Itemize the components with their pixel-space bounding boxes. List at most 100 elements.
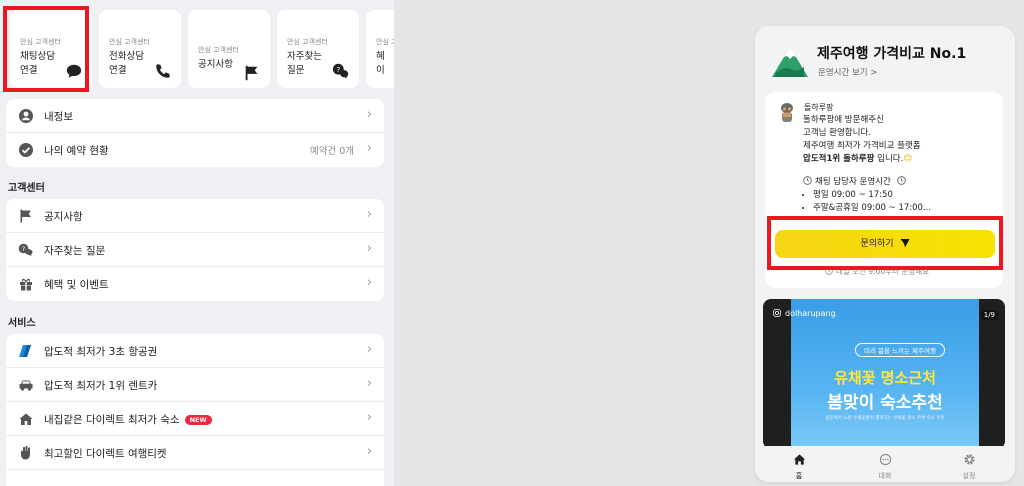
- hours-link[interactable]: 운영시간 보기 >: [818, 66, 877, 78]
- welcome-text: 돌하루팡에 방문해주신 고객님 환영합니다. 제주여행 최저가 가격비교 플랫폼…: [803, 114, 921, 166]
- post-headline: 유채꽃 명소근처: [834, 369, 936, 387]
- instagram-icon: [773, 309, 781, 317]
- app-panel: 안심 고객센터 채팅상담 연결 안심 고객센터 전화상담 연결 안심 고객센터 …: [0, 0, 394, 486]
- menu-item-notice[interactable]: 공지사항 ›: [6, 199, 384, 233]
- menu-item-benefits[interactable]: 혜택 및 이벤트 ›: [6, 267, 384, 301]
- section-title-support: 고객센터: [8, 183, 45, 194]
- notice-text: 내일 오전 9:00부터 운영해요: [836, 267, 929, 276]
- post-username-text: dolharupang: [785, 309, 836, 318]
- menu-label: 내정보: [44, 111, 73, 123]
- menu-item-stay[interactable]: 내집같은 다이렉트 최저가 숙소 NEW ›: [6, 402, 384, 436]
- inquiry-label: 문의하기: [860, 239, 894, 249]
- post-username: dolharupang: [773, 309, 836, 318]
- chevron-right-icon: ›: [366, 376, 372, 391]
- widget-title: 제주여행 가격비교 No.1: [817, 46, 967, 62]
- welcome-tail: 입니다.: [874, 154, 904, 164]
- welcome-line: 제주여행 최저가 가격비교 플랫폼: [803, 141, 921, 151]
- menu-item-rentcar[interactable]: 압도적 최저가 1위 렌트카 ›: [6, 368, 384, 402]
- smile-emoji: 😊: [903, 154, 913, 164]
- card-title: 공지사항: [198, 59, 233, 70]
- faq-bubbles-icon: ?: [18, 242, 34, 258]
- menu-label: 혜택 및 이벤트: [44, 279, 109, 291]
- gear-icon: [963, 454, 975, 465]
- post-pill-text: 미리 봄을 느끼는 제주여행: [855, 343, 945, 357]
- tab-chat[interactable]: 대화: [865, 451, 905, 481]
- clock-icon: [896, 176, 906, 185]
- menu-label: 공지사항: [44, 211, 83, 223]
- chat-icon: [879, 453, 891, 466]
- instagram-post-card[interactable]: 미리 봄을 느끼는 제주여행 유채꽃 명소근처 봄맞이 숙소추천 봄뜻에서 노란…: [763, 299, 1005, 449]
- card-title: 전화상담 연결: [109, 51, 144, 76]
- section-title-service: 서비스: [8, 318, 36, 329]
- menu-item-my-reservations[interactable]: 나의 예약 현황 예약건 0개 ›: [6, 133, 384, 167]
- chevron-right-icon: ›: [366, 342, 372, 357]
- menu-item-flight[interactable]: 압도적 최저가 3초 항공권 ›: [6, 334, 384, 368]
- chat-consult-card[interactable]: 안심 고객센터 채팅상담 연결: [10, 10, 92, 88]
- welcome-message-card: 돌하루팡 돌하루팡에 방문해주신 고객님 환영합니다. 제주여행 최저가 가격비…: [765, 92, 1003, 288]
- menu-item-ticket[interactable]: 최고할인 다이렉트 여행티켓 ›: [6, 436, 384, 470]
- hours-title-row: 채팅 담당자 운영시간: [803, 176, 931, 189]
- card-subtitle: 안심 고객센터: [376, 38, 394, 46]
- phone-consult-card[interactable]: 안심 고객센터 전화상담 연결: [99, 10, 181, 88]
- menu-label: 나의 예약 현황: [44, 145, 109, 157]
- inquiry-button[interactable]: 문의하기: [775, 230, 995, 258]
- tab-label: 홈: [795, 472, 803, 480]
- send-icon: [900, 239, 910, 248]
- brand-logo: [771, 46, 809, 80]
- menu-label: 자주찾는 질문: [44, 245, 106, 257]
- menu-item-my-info[interactable]: 내정보 ›: [6, 99, 384, 133]
- check-circle-icon: [18, 142, 34, 158]
- car-icon: [18, 377, 34, 393]
- bottom-tab-bar: 홈 대화 설정: [755, 446, 1015, 482]
- menu-label: 압도적 최저가 3초 항공권: [44, 346, 158, 358]
- benefit-card-partial[interactable]: 안심 고객센터 혜 이: [366, 10, 394, 88]
- tab-settings[interactable]: 설정: [949, 451, 989, 481]
- user-circle-icon: [18, 108, 34, 124]
- bot-avatar: [777, 102, 797, 124]
- chevron-right-icon: ›: [366, 410, 372, 425]
- svg-text:?: ?: [22, 245, 25, 253]
- chevron-right-icon: ›: [366, 444, 372, 459]
- menu-label: 최고할인 다이렉트 여행티켓: [44, 448, 167, 460]
- hours-title: 채팅 담당자 운영시간: [815, 177, 891, 187]
- post-small-text: 봄뜻에서 노란 유채꽃밭이 펼쳐지는 유채꽃 명소 주변 숙소 추천: [825, 416, 945, 421]
- operating-hours: 채팅 담당자 운영시간 평일 09:00 ~ 17:50 주말&공휴일 09:0…: [803, 176, 931, 215]
- faq-bubbles-icon: ?: [332, 62, 350, 80]
- card-subtitle: 안심 고객센터: [198, 46, 239, 54]
- post-subheadline: 봄맞이 숙소추천: [827, 393, 943, 413]
- service-menu: 압도적 최저가 3초 항공권 › 압도적 최저가 1위 렌트카 › 내집같은 다…: [6, 334, 384, 486]
- chat-bubble-icon: [65, 62, 83, 80]
- post-image: 미리 봄을 느끼는 제주여행 유채꽃 명소근처 봄맞이 숙소추천 봄뜻에서 노란…: [791, 299, 979, 449]
- tab-home[interactable]: 홈: [779, 451, 819, 481]
- menu-label: 압도적 최저가 1위 렌트카: [44, 380, 158, 392]
- notice-card[interactable]: 안심 고객센터 공지사항: [188, 10, 270, 88]
- chat-widget: 제주여행 가격비교 No.1 운영시간 보기 > 돌하루팡 돌하루팡에 방문해주…: [755, 26, 1015, 482]
- quick-card-carousel[interactable]: 안심 고객센터 채팅상담 연결 안심 고객센터 전화상담 연결 안심 고객센터 …: [6, 8, 394, 90]
- support-menu: 공지사항 › ? 자주찾는 질문 › 혜택 및 이벤트 ›: [6, 199, 384, 301]
- gift-icon: [18, 276, 34, 292]
- operating-notice: 내일 오전 9:00부터 운영해요: [825, 266, 929, 277]
- weekend-hours: 주말&공휴일 09:00 ~ 17:00...: [813, 202, 931, 215]
- chevron-right-icon: ›: [366, 207, 372, 222]
- chevron-right-icon: ›: [366, 141, 372, 156]
- account-menu: 내정보 › 나의 예약 현황 예약건 0개 ›: [6, 99, 384, 167]
- post-page-count: 1/9: [979, 310, 999, 320]
- clock-icon: [825, 267, 833, 275]
- welcome-line: 돌하루팡에 방문해주신: [803, 115, 884, 125]
- home-icon: [793, 454, 805, 465]
- tab-label: 설정: [962, 472, 976, 480]
- airline-ticket-icon: [18, 343, 34, 359]
- bot-name: 돌하루팡: [804, 103, 834, 112]
- menu-label: 내집같은 다이렉트 최저가 숙소 NEW: [44, 412, 212, 427]
- clock-icon: [803, 176, 812, 185]
- menu-item-partial[interactable]: [6, 470, 384, 486]
- flag-icon: [18, 208, 34, 224]
- chevron-right-icon: ›: [366, 107, 372, 122]
- card-subtitle: 안심 고객센터: [287, 38, 328, 46]
- reservation-count: 예약건 0개: [309, 146, 354, 157]
- flag-icon: [243, 64, 261, 82]
- menu-item-faq[interactable]: ? 자주찾는 질문 ›: [6, 233, 384, 267]
- faq-card[interactable]: 안심 고객센터 자주찾는 질문 ?: [277, 10, 359, 88]
- house-icon: [18, 411, 34, 427]
- welcome-line: 고객님 환영합니다.: [803, 128, 871, 138]
